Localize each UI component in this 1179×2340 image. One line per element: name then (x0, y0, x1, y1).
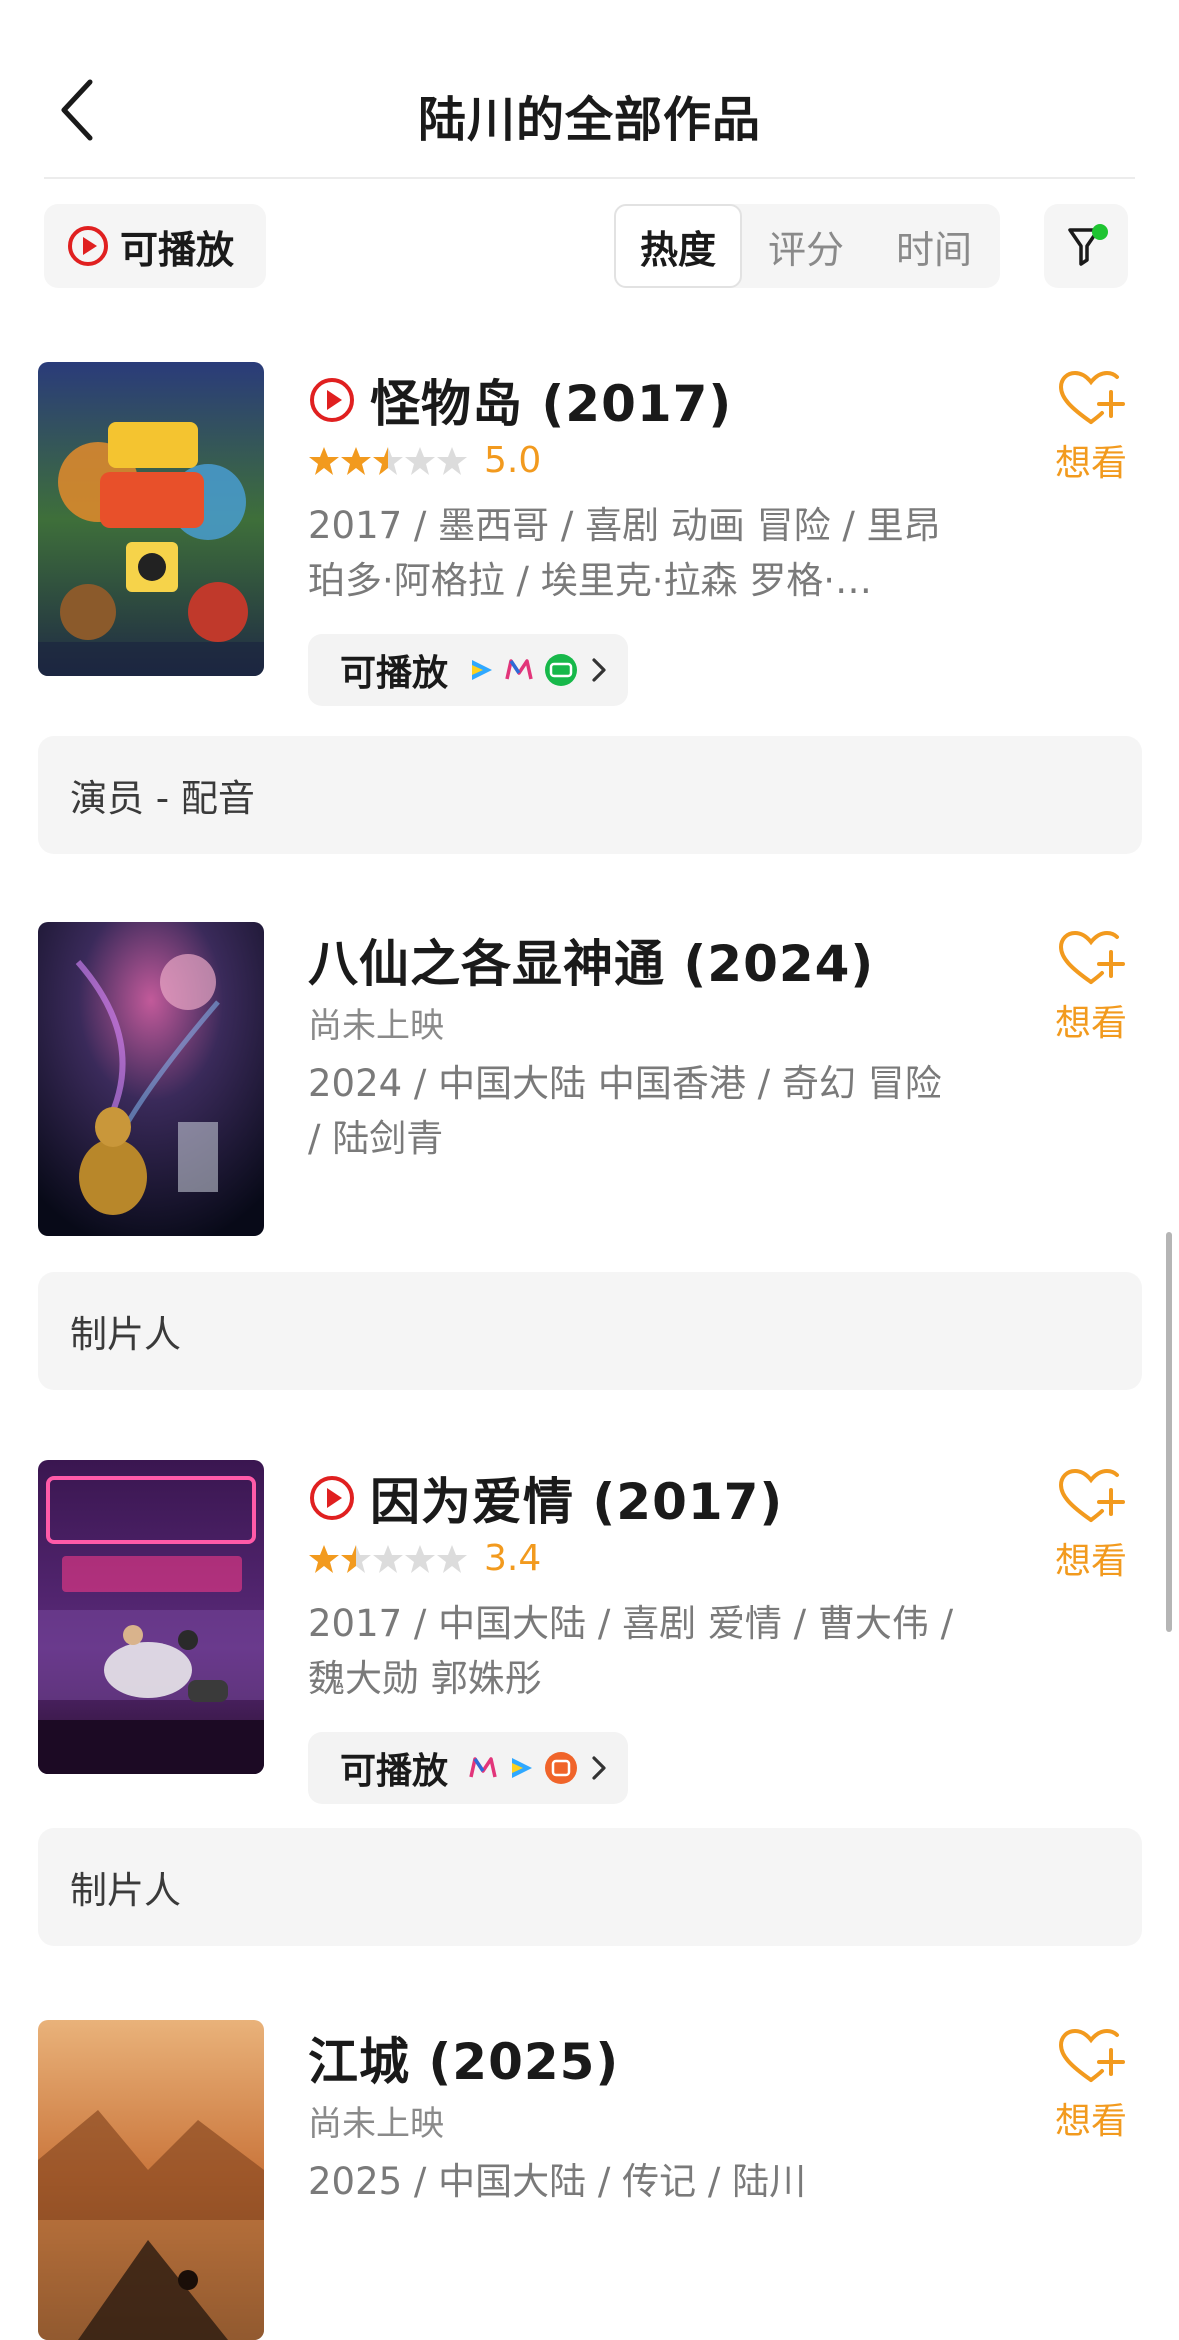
playable-filter-button[interactable]: 可播放 (44, 204, 266, 288)
rating-row: 5.0 (308, 440, 541, 481)
play-sources-button[interactable]: 可播放 (308, 634, 629, 706)
play-circle-icon (310, 1476, 354, 1520)
star-rating (308, 1543, 468, 1575)
want-to-watch-button[interactable]: 想看 (1046, 930, 1136, 1046)
movie-title-row: 江城 (2025) (308, 2022, 619, 2094)
tab-rating[interactable]: 评分 (742, 204, 870, 288)
filter-toolbar: 可播放 热度 评分 时间 (0, 200, 1179, 290)
play-circle-icon (68, 226, 108, 266)
play-sources-label: 可播放 (340, 1751, 449, 1792)
star-rating (308, 445, 468, 477)
poster-image[interactable] (38, 2020, 264, 2340)
movie-title-row: 八仙之各显神通 (2024) (308, 924, 874, 996)
want-to-watch-label: 想看 (1054, 1541, 1127, 1582)
heart-plus-icon (1058, 930, 1125, 984)
movie-meta: 2025 / 中国大陆 / 传记 / 陆川 (308, 2160, 807, 2203)
filter-active-dot (1092, 224, 1108, 240)
filter-button[interactable] (1044, 204, 1128, 288)
heart-plus-icon (1058, 370, 1125, 424)
mango-tv-icon (505, 659, 533, 680)
playable-filter-label: 可播放 (120, 227, 235, 272)
want-to-watch-label: 想看 (1054, 443, 1127, 484)
want-to-watch-label: 想看 (1054, 2101, 1127, 2142)
poster-image[interactable] (38, 922, 264, 1236)
movie-title: 怪物岛 (2017) (370, 375, 733, 433)
mango-tv-icon (469, 1757, 497, 1778)
tencent-video-icon (472, 660, 493, 680)
tab-popularity[interactable]: 热度 (614, 204, 742, 288)
tencent-video-icon (512, 1758, 533, 1778)
movie-meta: 2024 / 中国大陆 中国香港 / 奇幻 冒险 / 陆剑青 (308, 1062, 942, 1160)
rating-score: 3.4 (484, 1538, 542, 1579)
want-to-watch-button[interactable]: 想看 (1046, 370, 1136, 486)
rating-row: 3.4 (308, 1538, 541, 1579)
release-status: 尚未上映 (308, 1006, 444, 1046)
poster-image[interactable] (38, 1460, 264, 1774)
play-sources-button[interactable]: 可播放 (308, 1732, 629, 1804)
heart-plus-icon (1058, 1468, 1125, 1522)
page-title: 陆川的全部作品 (417, 92, 761, 148)
movie-meta: 2017 / 墨西哥 / 喜剧 动画 冒险 / 里昂珀多·阿格拉 / 埃里克·拉… (308, 504, 941, 602)
header: 陆川的全部作品 (0, 0, 1179, 180)
role-bar: 制片人 (38, 1828, 1142, 1946)
chevron-right-icon (592, 1756, 606, 1780)
want-to-watch-button[interactable]: 想看 (1046, 1468, 1136, 1584)
scrollbar[interactable] (1166, 1232, 1172, 1632)
want-to-watch-button[interactable]: 想看 (1046, 2028, 1136, 2144)
rating-score: 5.0 (484, 440, 542, 481)
role-bar: 制片人 (38, 1272, 1142, 1390)
iqiyi-icon (545, 654, 578, 686)
role-bar: 演员 - 配音 (38, 736, 1142, 854)
sort-tabs: 热度 评分 时间 (614, 204, 1000, 288)
movie-title-row: 因为爱情 (2017) (308, 1462, 783, 1534)
movie-title: 因为爱情 (2017) (370, 1473, 784, 1531)
play-sources-label: 可播放 (340, 653, 449, 694)
chevron-right-icon (592, 658, 606, 682)
movie-meta: 2017 / 中国大陆 / 喜剧 爱情 / 曹大伟 / 魏大勋 郭姝彤 (308, 1602, 954, 1700)
want-to-watch-label: 想看 (1054, 1003, 1127, 1044)
release-status: 尚未上映 (308, 2104, 444, 2144)
tab-time[interactable]: 时间 (870, 204, 998, 288)
divider (44, 177, 1135, 179)
movie-title: 八仙之各显神通 (2024) (308, 935, 875, 993)
movie-title: 江城 (2025) (308, 2033, 620, 2091)
movie-title-row: 怪物岛 (2017) (308, 364, 732, 436)
play-circle-icon (310, 378, 354, 422)
heart-plus-icon (1058, 2028, 1125, 2082)
poster-image[interactable] (38, 362, 264, 676)
youku-icon (545, 1752, 578, 1784)
